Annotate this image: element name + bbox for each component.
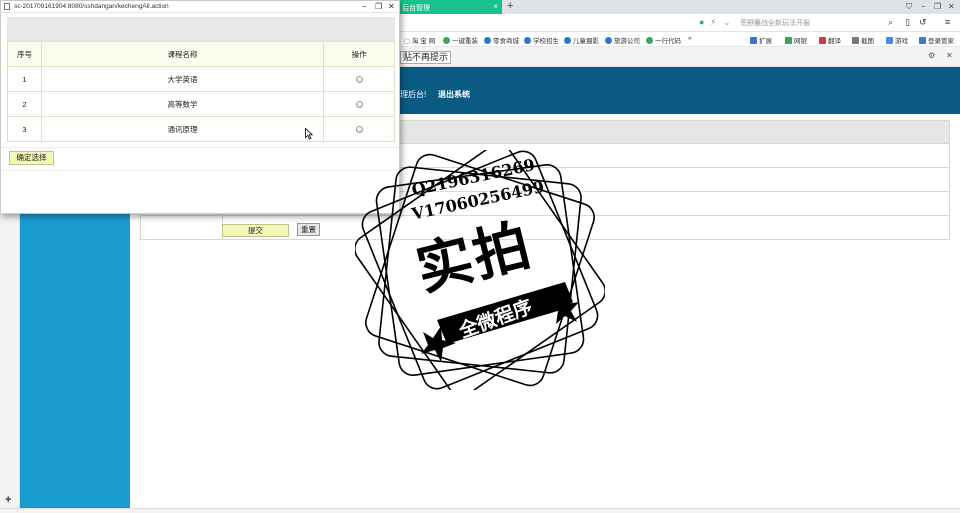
phone-icon[interactable]: ▯: [905, 17, 910, 28]
logout-link[interactable]: 退出系统: [438, 89, 470, 100]
tool-screenshot[interactable]: 截图: [852, 35, 874, 45]
row-course-name: 高等数学: [40, 91, 325, 117]
table-row: 3 通讯原理: [7, 116, 395, 142]
popup-titlebar: sc-201709161904:8080/sshdangan/kechengAl…: [1, 1, 399, 13]
table-header-row: 序号 课程名称 操作: [7, 41, 395, 67]
dropdown-chevron-icon[interactable]: ⌄: [723, 17, 731, 28]
mouse-cursor-icon: [305, 128, 313, 140]
divider: [1, 147, 399, 148]
welcome-text: 理后台!: [400, 90, 427, 99]
bookmark-photo[interactable]: 儿童摄影: [564, 35, 599, 45]
popup-minimize-icon[interactable]: −: [362, 2, 367, 11]
search-icon[interactable]: ⌕: [888, 17, 893, 28]
row-no: 1: [7, 66, 42, 92]
settings-gear-icon[interactable]: ⚙: [928, 51, 935, 60]
bookmark-more[interactable]: »: [688, 35, 692, 42]
new-tab-button[interactable]: +: [507, 0, 513, 12]
tool-login[interactable]: 登录管家: [919, 35, 954, 45]
undo-icon[interactable]: ↺: [919, 17, 927, 28]
skin-icon[interactable]: ⛉: [906, 2, 912, 12]
status-bar: [0, 508, 960, 513]
tab-close-icon[interactable]: ×: [493, 2, 498, 11]
col-header-no: 序号: [7, 41, 42, 67]
table-row: 1 大学英语: [7, 66, 395, 92]
tab-admin-label: 后台管理: [402, 5, 430, 12]
tool-bank[interactable]: 网银: [785, 35, 807, 45]
submit-button[interactable]: 提交: [222, 224, 289, 237]
popup-close-icon[interactable]: ✕: [388, 2, 395, 11]
row-no: 2: [7, 91, 42, 117]
menu-icon[interactable]: ≡: [945, 17, 950, 27]
row-no: 3: [7, 116, 42, 142]
select-radio[interactable]: [355, 101, 363, 109]
bookmark-snacks[interactable]: 零食商城: [484, 35, 519, 45]
row-action: [323, 66, 395, 92]
dont-show-again-button[interactable]: 贴不再提示: [400, 51, 452, 64]
page-icon: [4, 3, 10, 10]
tool-extensions[interactable]: 扩展: [750, 35, 772, 45]
bookmark-code[interactable]: 一行代码: [646, 35, 681, 45]
bookmark-school[interactable]: 学校招生: [524, 35, 559, 45]
minimize-icon[interactable]: −: [921, 2, 926, 11]
add-panel-button[interactable]: +: [5, 494, 11, 506]
bookmark-reinstall[interactable]: 一键重装: [443, 35, 478, 45]
popup-url: sc-201709161904:8080/sshdangan/kechengAl…: [14, 3, 169, 10]
select-radio[interactable]: [355, 76, 363, 84]
course-select-popup: sc-201709161904:8080/sshdangan/kechengAl…: [0, 0, 400, 214]
search-box-placeholder[interactable]: 荒野鏖战全新玩法开服: [740, 18, 810, 28]
lightning-icon[interactable]: ⚡: [710, 17, 716, 28]
tab-admin[interactable]: 后台管理 ×: [398, 0, 502, 14]
row-action: [323, 116, 395, 142]
refresh-circle-icon[interactable]: ●: [699, 17, 704, 27]
divider: [1, 170, 399, 171]
tool-translate[interactable]: 翻译: [819, 35, 841, 45]
bookmark-travel[interactable]: 旅游公司: [605, 35, 640, 45]
row-course-name: 通讯原理: [40, 116, 325, 142]
notify-close-icon[interactable]: ✕: [946, 51, 953, 60]
row-action: [323, 91, 395, 117]
row-course-name: 大学英语: [40, 66, 325, 92]
bookmark-taobao[interactable]: ▢ 淘 宝 网: [404, 35, 435, 45]
course-table: 序号 课程名称 操作 1 大学英语 2 高等数学 3 通讯原理: [7, 41, 395, 142]
table-row: 2 高等数学: [7, 91, 395, 117]
col-header-action: 操作: [323, 41, 395, 67]
reset-button[interactable]: 重置: [297, 223, 320, 236]
maximize-icon[interactable]: ❐: [934, 2, 941, 11]
tool-games[interactable]: 游戏: [886, 35, 908, 45]
popup-maximize-icon[interactable]: ❐: [375, 2, 382, 11]
confirm-selection-button[interactable]: 确定选择: [9, 151, 54, 165]
popup-header-bar: [7, 17, 395, 41]
select-radio[interactable]: [355, 126, 363, 134]
col-header-name: 课程名称: [40, 41, 325, 67]
close-window-icon[interactable]: ✕: [948, 2, 955, 11]
